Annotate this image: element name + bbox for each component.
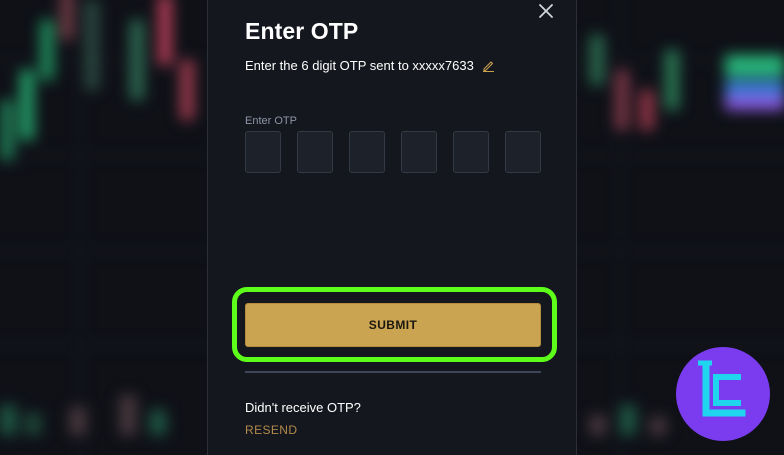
- candle: [40, 20, 54, 80]
- dialog-title: Enter OTP: [245, 18, 359, 44]
- candle: [20, 70, 34, 140]
- candle: [180, 60, 194, 120]
- submit-button[interactable]: SUBMIT: [245, 303, 541, 347]
- pencil-icon: [482, 61, 494, 72]
- volume-bar: [590, 415, 606, 435]
- price-tag: [725, 80, 784, 96]
- divider: [245, 371, 541, 373]
- close-button[interactable]: [538, 3, 554, 19]
- otp-digit-5[interactable]: [453, 131, 489, 173]
- brand-logo-icon: [698, 360, 746, 417]
- otp-input-group: [245, 131, 541, 173]
- otp-digit-4[interactable]: [401, 131, 437, 173]
- brand-logo: [676, 347, 770, 441]
- grid-line: [80, 0, 81, 455]
- grid-line: [620, 0, 621, 455]
- otp-sent-text: Enter the 6 digit OTP sent to xxxxx7633: [245, 58, 474, 73]
- close-icon: [539, 4, 553, 18]
- otp-digit-1[interactable]: [245, 131, 281, 173]
- otp-dialog: Enter OTP Enter the 6 digit OTP sent to …: [207, 0, 577, 455]
- otp-input-label: Enter OTP: [245, 115, 297, 127]
- candle: [615, 70, 629, 130]
- volume-bar: [70, 407, 86, 435]
- price-tag: [725, 55, 784, 77]
- candle: [0, 100, 14, 160]
- otp-digit-2[interactable]: [297, 131, 333, 173]
- candle: [85, 0, 99, 90]
- volume-bar: [120, 395, 136, 435]
- candle: [158, 0, 172, 65]
- candle: [665, 50, 679, 110]
- volume-bar: [650, 417, 666, 435]
- volume-bar: [25, 413, 41, 435]
- edit-phone-button[interactable]: [482, 59, 495, 72]
- volume-bar: [0, 405, 16, 435]
- otp-digit-6[interactable]: [505, 131, 541, 173]
- candle: [130, 20, 144, 100]
- candle: [60, 0, 74, 40]
- otp-digit-3[interactable]: [349, 131, 385, 173]
- resend-link[interactable]: RESEND: [245, 423, 297, 437]
- otp-sent-message: Enter the 6 digit OTP sent to xxxxx7633: [245, 58, 495, 73]
- resend-prompt: Didn't receive OTP?: [245, 400, 361, 415]
- price-tag: [725, 96, 784, 110]
- volume-bar: [620, 405, 636, 435]
- candle: [640, 90, 654, 130]
- volume-bar: [150, 410, 166, 435]
- candle: [590, 35, 604, 85]
